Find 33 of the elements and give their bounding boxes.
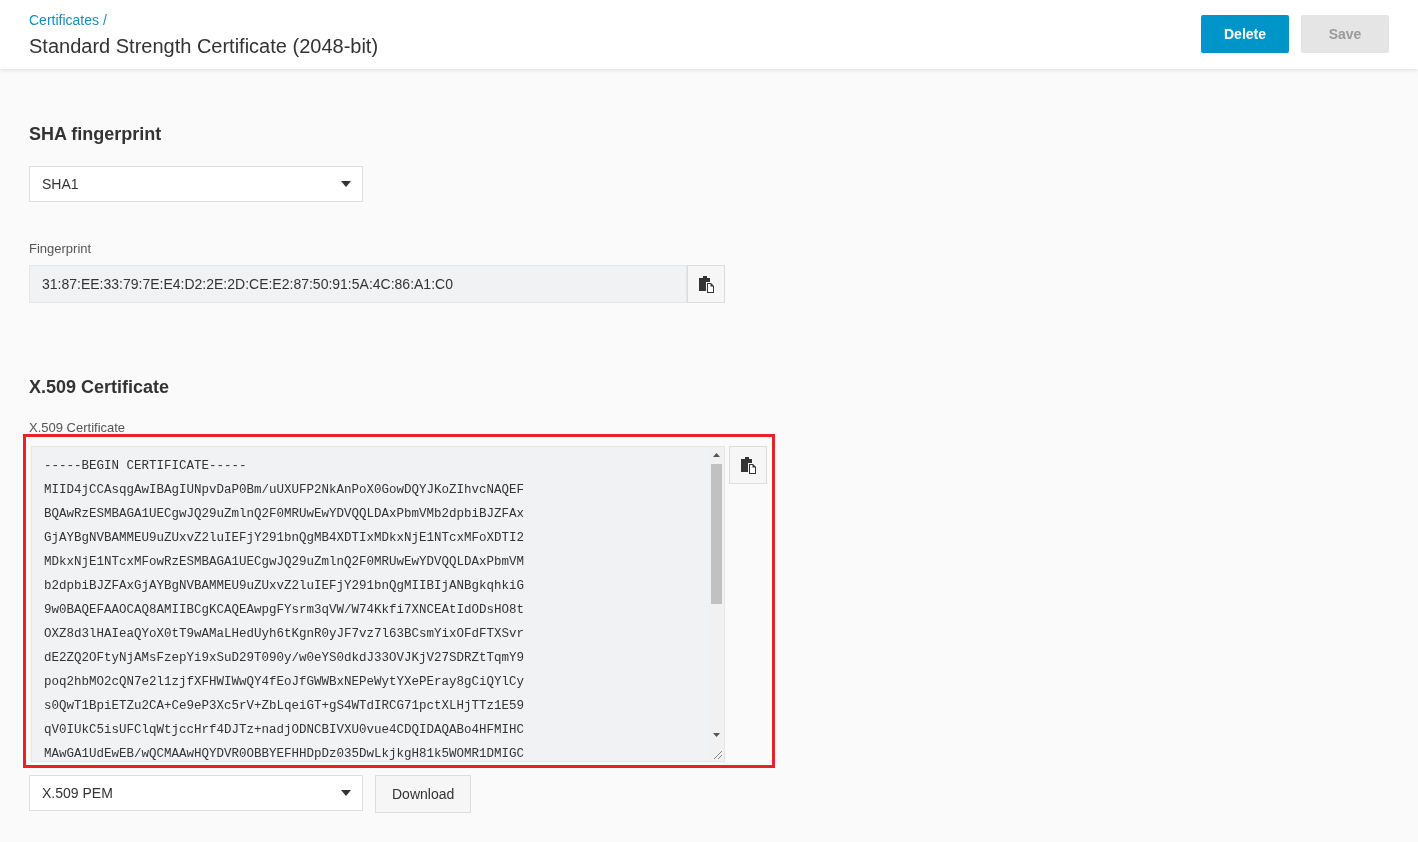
code-line: qV0IUkC5isUFClqWtjccHrf4DJTz+nadjODNCBIVXU0vue4CDQIDAQABo4HFMIHC [44, 722, 526, 739]
code-line: BQAwRzESMBAGA1UECgwJQ29uZmlnQ2F0MRUwEwYDVQQLDAxPbmVMb2dpbiBJZFAx [44, 506, 526, 523]
code-line: b2dpbiBJZFAxGjAYBgNVBAMMEU9uZUxvZ2luIEFjY291bnQgMIIBIjANBgkqhkiG [44, 578, 526, 595]
page-title: Standard Strength Certificate (2048-bit) [29, 35, 379, 58]
copy-icon [740, 456, 757, 474]
caret-icon [341, 790, 351, 796]
caret-icon [341, 181, 351, 187]
copy-button[interactable] [729, 446, 767, 484]
scroll-up-icon [713, 453, 721, 457]
code-line: 9w0BAQEFAAOCAQ8AMIIBCgKCAQEAwpgFYsrm3qVW/W74Kkfi7XNCEAtIdODsHO8t [44, 602, 526, 619]
scroll-down-icon [713, 733, 721, 737]
code-line: MDkxNjE1NTcxMFowRzESMBAGA1UECgwJQ29uZmlnQ2F0MRUwEwYDVQQLDAxPbmVM [44, 554, 526, 571]
code-line: MIID4jCCAsqgAwIBAgIUNpvDaP0Bm/uUXUFP2NkAnPoX0GowDQYJKoZIhvcNAQEF [44, 482, 526, 499]
fingerprint-field[interactable]: 31:87:EE:33:79:7E:E4:D2:2E:2D:CE:E2:87:50:91:5A:4C:86:A1:C0 [29, 265, 687, 303]
copy-button[interactable] [687, 265, 725, 303]
download-button[interactable]: Download [375, 775, 472, 813]
field-label: Fingerprint [29, 241, 93, 256]
algorithm-select[interactable]: SHA1 [29, 166, 363, 202]
code-line: poq2hbMO2cQN7e2l1zjfXFHWIWwQY4fEoJfGWWBxNEPeWytYXePEray8gCiQYlCy [44, 674, 526, 691]
breadcrumb-link[interactable]: Certificates / [29, 12, 107, 28]
resize-grip-icon [713, 750, 723, 759]
section-heading: X.509 Certificate [29, 377, 171, 398]
code-line: MAwGA1UdEwEB/wQCMAAwHQYDVR0OBBYEFHHDpDz035DwLkjkgH81k5WOMR1DMIGC [44, 746, 526, 761]
copy-icon [698, 275, 714, 293]
section-heading: SHA fingerprint [29, 123, 163, 145]
scrollbar-thumb[interactable] [711, 464, 723, 604]
field-label: X.509 Certificate [29, 420, 127, 435]
code-line: OXZ8d3lHAIeaQYoX0tT9wAMaLHedUyh6tKgnR0yJF7vz7l63BCsmYixOFdFTXSvr [44, 626, 526, 643]
code-line: GjAYBgNVBAMMEU9uZUxvZ2luIEFjY291bnQgMB4XDTIxMDkxNjE1NTcxMFoXDTI2 [44, 530, 526, 547]
code-line: s0QwT1BpiETZu2CA+Ce9eP3Xc5rV+ZbLqeiGT+gS4WTdIRCG71pctXLHjTTz1E59 [44, 698, 526, 715]
code-line: dE2ZQ2OFtyNjAMsFzepYi9xSuD29T090y/w0eYS0dkdJ33OVJKjV27SDRZtTqmY9 [44, 650, 526, 667]
code-line: -----BEGIN CERTIFICATE----- [44, 458, 248, 475]
format-select[interactable]: X.509 PEM [29, 775, 363, 811]
